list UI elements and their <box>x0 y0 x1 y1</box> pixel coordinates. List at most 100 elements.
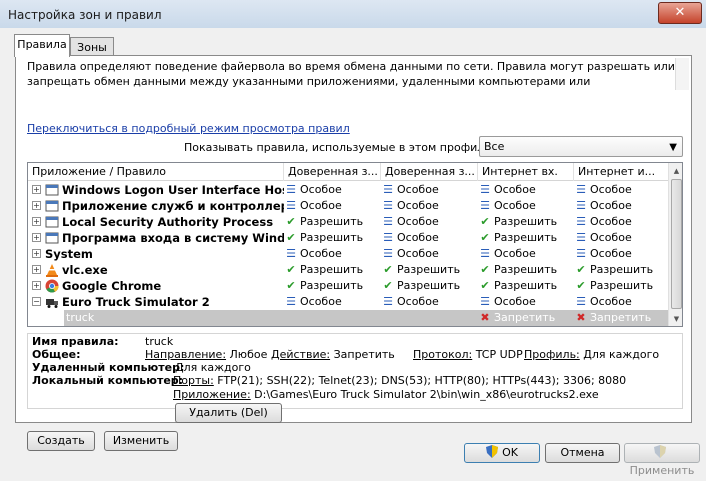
action-text: Особое <box>590 295 632 308</box>
action-cell[interactable]: ☰ Особое <box>284 246 380 262</box>
action-cell[interactable]: ✔ Разрешить <box>284 262 380 278</box>
edit-button[interactable]: Изменить <box>104 431 178 451</box>
table-row[interactable]: + Local Security Authority Process ✔ Разреш… <box>28 214 668 230</box>
action-cell[interactable]: ☰ Особое <box>574 214 670 230</box>
action-text: Особое <box>397 215 439 228</box>
subrule-row[interactable]: truck ✖ Запретить ✖ Запретить <box>64 310 668 326</box>
action-cell[interactable]: ☰ Особое <box>284 182 380 198</box>
action-cell[interactable]: ✔ Разрешить <box>478 230 574 246</box>
action-text: Особое <box>494 199 536 212</box>
scroll-up-icon[interactable]: ▲ <box>671 165 682 177</box>
action-cell[interactable]: ✔ Разрешить <box>284 214 380 230</box>
table-row[interactable]: + vlc.exe ✔ Разрешить ✔ Разрешить ✔ Разрешить ✔ Р… <box>28 262 668 278</box>
action-cell[interactable]: ☰ Особое <box>574 230 670 246</box>
truck-app-icon <box>45 295 59 309</box>
delete-button[interactable]: Удалить (Del) <box>175 403 282 423</box>
action-cell[interactable]: ✔ Разрешить <box>478 214 574 230</box>
action-text: Разрешить <box>494 263 558 276</box>
action-cell[interactable]: ☰ Особое <box>381 294 477 310</box>
table-row[interactable]: +Программа входа в систему Windows✔Разре… <box>28 230 668 246</box>
action-cell[interactable]: ☰ Особое <box>478 246 574 262</box>
action-text: Особое <box>494 295 536 308</box>
tree-expand-icon[interactable]: + <box>32 201 41 210</box>
app-name: Euro Truck Simulator 2 <box>62 295 210 309</box>
list-icon: ☰ <box>576 231 586 244</box>
list-icon: ☰ <box>480 199 490 212</box>
tree-expand-icon[interactable]: + <box>32 281 41 290</box>
action-cell[interactable]: ✔ Разрешить <box>381 278 477 294</box>
column-internet-out[interactable]: Интернет и... <box>574 163 668 181</box>
cancel-button[interactable]: Отмена <box>545 443 620 463</box>
description-scrollbar[interactable] <box>675 58 689 90</box>
close-button[interactable]: ✕ <box>658 2 702 24</box>
action-cell[interactable]: ✔ Разрешить <box>478 278 574 294</box>
tree-expand-icon[interactable]: + <box>32 217 41 226</box>
action-cell[interactable]: ✔ Разрешить <box>574 278 670 294</box>
profile-label: Профиль: <box>524 348 580 361</box>
action-cell[interactable]: ☰ Особое <box>381 246 477 262</box>
grid-scrollbar[interactable]: ▲ ▼ <box>668 163 682 326</box>
list-icon: ☰ <box>383 199 393 212</box>
column-internet-in[interactable]: Интернет вх. <box>478 163 574 181</box>
window-icon <box>45 199 59 213</box>
tree-collapse-icon[interactable]: − <box>32 297 41 306</box>
table-row[interactable]: − Euro Truck Simulator 2 ☰ Особое ☰ Особое ☰ Ос… <box>28 294 668 310</box>
rules-panel: Правила определяют поведение файервола в… <box>15 55 692 451</box>
protocol-value: TCP UDP <box>475 348 523 361</box>
detail-mode-link[interactable]: Переключиться в подробный режим просмотр… <box>27 122 350 135</box>
column-trusted-2[interactable]: Доверенная з... <box>381 163 478 181</box>
tree-expand-icon[interactable]: + <box>32 185 41 194</box>
action-text: Особое <box>397 199 439 212</box>
column-trusted-1[interactable]: Доверенная з... <box>284 163 381 181</box>
action-cell[interactable]: ☰ Особое <box>284 198 380 214</box>
action-cell[interactable]: ☰ Особое <box>574 246 670 262</box>
action-text: Разрешить <box>494 279 558 292</box>
action-cell[interactable]: ☰ Особое <box>478 182 574 198</box>
action-cell[interactable]: ☰ Особое <box>381 182 477 198</box>
window-body: Правила Зоны Правила определяют поведени… <box>0 28 706 481</box>
apply-button[interactable]: Применить <box>624 443 700 477</box>
action-cell[interactable]: ☰ Особое <box>478 198 574 214</box>
action-cell[interactable]: ✖ Запретить <box>478 310 574 326</box>
tree-expand-icon[interactable]: + <box>32 265 41 274</box>
scroll-down-icon[interactable]: ▼ <box>671 313 682 325</box>
table-row[interactable]: + Google Chrome ✔ Разрешить ✔ Разрешить ✔ Разре… <box>28 278 668 294</box>
scroll-thumb[interactable] <box>671 179 682 309</box>
action-cell[interactable]: ☰ Особое <box>284 294 380 310</box>
action-cell[interactable]: ✔ Разрешить <box>478 262 574 278</box>
table-row[interactable]: + Windows Logon User Interface Host ☰ Особо… <box>28 182 668 198</box>
action-cell[interactable]: ☰ Особое <box>381 214 477 230</box>
action-cell[interactable]: ☰ Особое <box>381 198 477 214</box>
app-path-value: D:\Games\Euro Truck Simulator 2\bin\win_… <box>254 388 599 401</box>
check-icon: ✔ <box>480 231 490 244</box>
action-cell[interactable]: ✔ Разрешить <box>381 262 477 278</box>
app-name: System <box>45 247 93 261</box>
action-cell[interactable]: ☰ Особое <box>574 198 670 214</box>
action-cell[interactable]: ✔ Разрешить <box>284 278 380 294</box>
rules-grid[interactable]: Приложение / Правило Доверенная з... Дов… <box>27 162 683 327</box>
table-row[interactable]: + Приложение служб и контроллеров ☰ Особое ☰… <box>28 198 668 214</box>
action-text: Разрешить <box>300 231 364 244</box>
action-cell[interactable]: ☰ Особое <box>478 294 574 310</box>
window-title: Настройка зон и правил <box>8 8 162 22</box>
action-cell[interactable]: ✔ Разрешить <box>574 262 670 278</box>
action-cell[interactable]: ✖ Запретить <box>574 310 670 326</box>
check-icon: ✔ <box>383 279 393 292</box>
protocol-info: Протокол: TCP UDP <box>413 348 523 361</box>
tree-expand-icon[interactable]: + <box>32 249 41 258</box>
action-cell[interactable]: ☰ Особое <box>574 294 670 310</box>
ok-button[interactable]: OK <box>464 443 540 463</box>
action-cell[interactable]: ✔ Разрешить <box>284 230 380 246</box>
action-cell[interactable]: ☰ Особое <box>574 182 670 198</box>
tab-rules[interactable]: Правила <box>14 34 70 57</box>
action-cell[interactable]: ☰ Особое <box>381 230 477 246</box>
list-icon: ☰ <box>383 183 393 196</box>
table-row[interactable]: + System ☰ Особое ☰ Особое ☰ Особое ☰ Особое <box>28 246 668 262</box>
tree-expand-icon[interactable]: + <box>32 233 41 242</box>
create-button[interactable]: Создать <box>27 431 95 451</box>
profile-filter-select[interactable]: Все ▼ <box>479 136 683 157</box>
check-icon: ✔ <box>480 215 490 228</box>
remote-value: Для каждого <box>175 361 251 374</box>
column-app-rule[interactable]: Приложение / Правило <box>28 163 284 181</box>
profile-info: Профиль: Для каждого <box>524 348 659 361</box>
